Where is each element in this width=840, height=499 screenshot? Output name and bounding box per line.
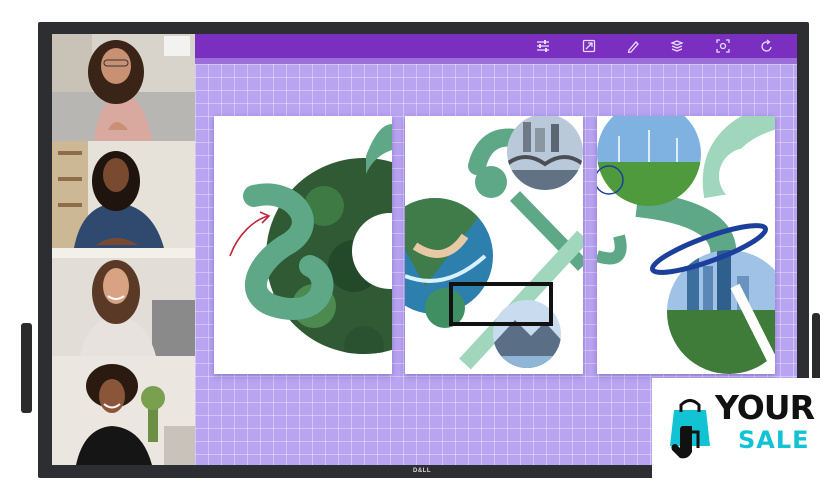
participant-2-video: [52, 141, 195, 248]
panel-coast[interactable]: [405, 116, 583, 374]
badge-word-your: YOUR: [715, 388, 815, 427]
right-handle: [812, 313, 820, 383]
panel-city[interactable]: [597, 116, 775, 374]
shopping-bag-hand-icon: [670, 399, 710, 459]
layers-icon[interactable]: [669, 38, 685, 54]
participant-tile-2[interactable]: [52, 141, 195, 248]
brand-logo: D&LL: [413, 468, 431, 474]
panel-forest[interactable]: [214, 116, 392, 374]
badge-word-sale: SALE: [738, 426, 810, 454]
video-call-panel: [52, 34, 195, 465]
participant-tile-1[interactable]: [52, 34, 195, 141]
pen-icon[interactable]: [625, 38, 641, 54]
share-screen-icon[interactable]: [581, 38, 597, 54]
participant-tile-3[interactable]: [52, 248, 195, 356]
wind-farm-photo: [597, 116, 701, 206]
participant-3-video: [52, 248, 195, 356]
whiteboard-ruler: [195, 58, 797, 64]
settings-sliders-icon[interactable]: [535, 38, 551, 54]
participant-4-video: [52, 356, 195, 465]
undo-icon[interactable]: [759, 38, 775, 54]
sale-badge: YOUR SALE: [652, 378, 832, 482]
capture-icon[interactable]: [715, 38, 731, 54]
participant-1-video: [52, 34, 195, 141]
whiteboard-toolbar: [195, 34, 797, 58]
bridge-photo: [507, 116, 583, 190]
left-handle: [21, 323, 32, 413]
participant-tile-4[interactable]: [52, 356, 195, 465]
